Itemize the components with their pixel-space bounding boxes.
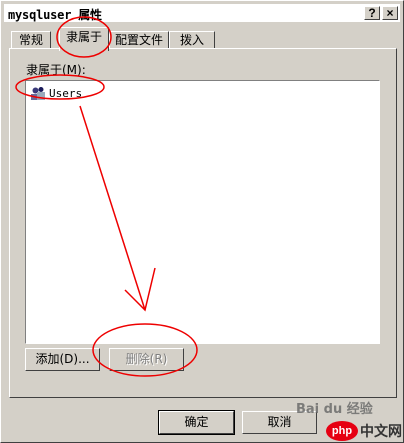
list-item-label: Users [49,86,83,100]
baidu-watermark: Bai du 经验 [296,402,373,417]
window-title: mysqluser 属性 [8,8,102,22]
ok-button[interactable]: 确定 [158,410,235,435]
add-button[interactable]: 添加(D)... [25,348,100,371]
tab-member-of[interactable]: 隶属于 [59,27,109,51]
member-of-label: 隶属于(M): [26,63,86,77]
properties-dialog: mysqluser 属性 ? × 常规 隶属于 配置文件 拨入 隶属于(M): … [0,0,404,443]
php-watermark: php 中文网 [326,421,402,441]
close-button[interactable]: × [382,6,398,20]
tab-dial-in[interactable]: 拨入 [169,31,215,49]
tab-bar: 常规 隶属于 配置文件 拨入 [1,27,404,51]
member-of-panel: 隶属于(M): Users 添加(D)... 删除(R) [9,48,397,398]
tab-profile[interactable]: 配置文件 [109,31,169,49]
help-button[interactable]: ? [364,6,380,20]
user-group-icon [31,87,45,100]
remove-button[interactable]: 删除(R) [109,348,184,371]
list-item[interactable]: Users [30,85,82,101]
title-bar[interactable]: mysqluser 属性 ? × [4,4,400,22]
member-of-list[interactable]: Users [25,80,380,344]
tab-general[interactable]: 常规 [11,31,51,49]
php-logo: php [326,421,358,441]
site-name: 中文网 [360,424,402,440]
